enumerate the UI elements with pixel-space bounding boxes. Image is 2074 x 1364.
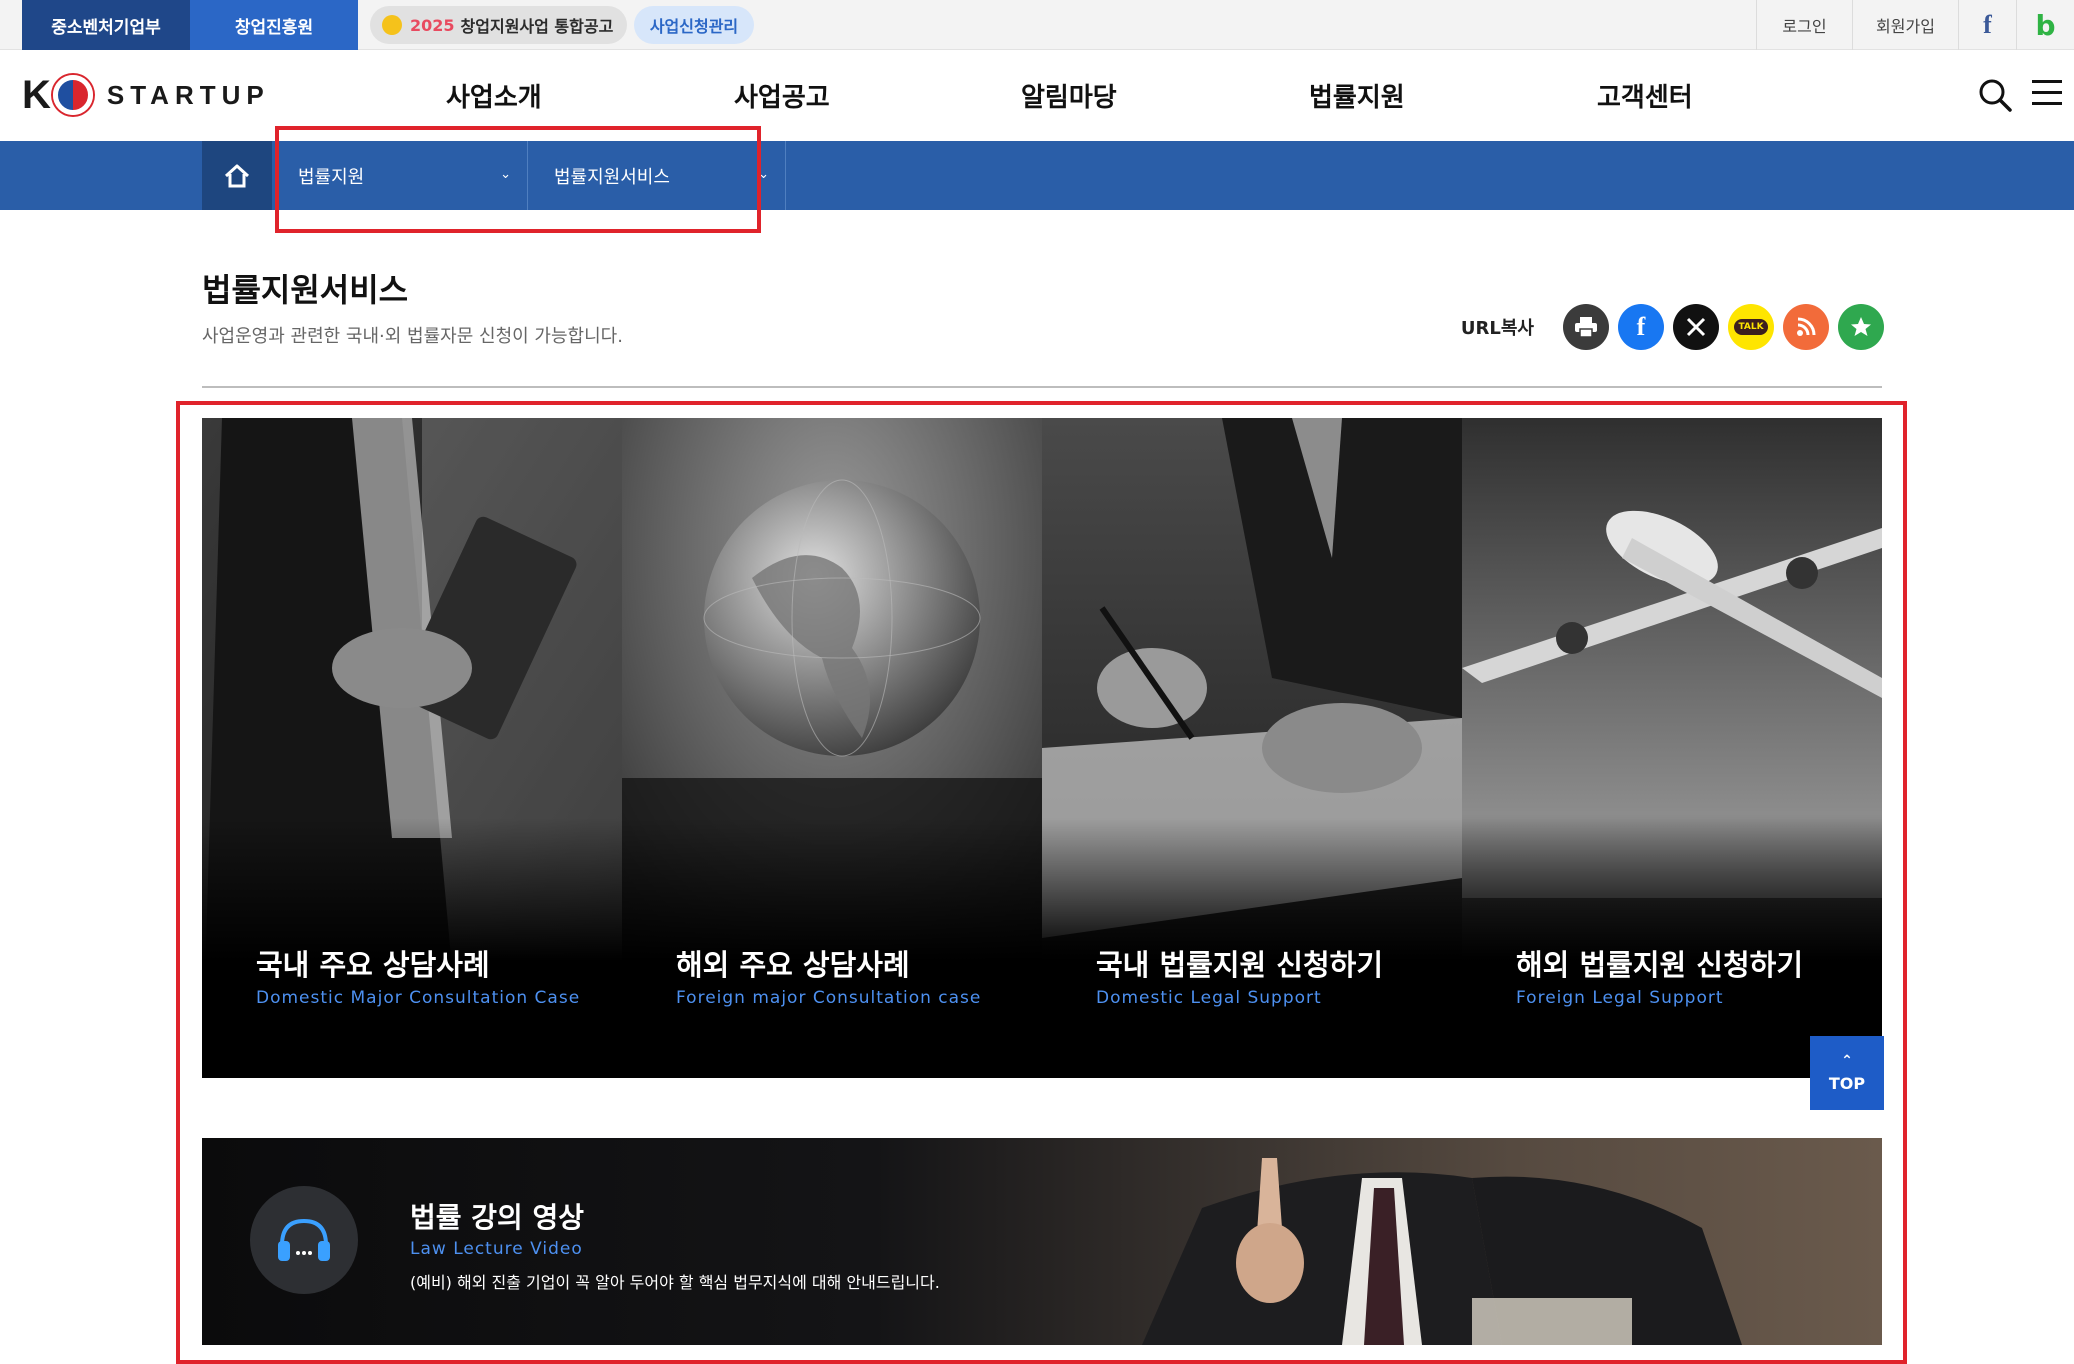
card-domestic-cases[interactable]: 국내 주요 상담사례 Domestic Major Consultation C… [202,418,622,1078]
utility-bar: 중소벤처기업부 창업진흥원 2025 창업지원사업 통합공고 사업신청관리 로그… [0,0,2074,50]
nav-legal-support[interactable]: 법률지원 [1309,50,1405,140]
share-toolbar: URL복사 f TALK [1461,304,1884,350]
blog-icon[interactable]: b [2016,0,2074,50]
logo-k: K [22,72,51,117]
lecture-title: 법률 강의 영상 [410,1201,585,1234]
tab-agency[interactable]: 창업진흥원 [190,0,358,50]
login-link[interactable]: 로그인 [1756,0,1852,50]
home-button[interactable] [202,141,272,210]
service-cards: 국내 주요 상담사례 Domestic Major Consultation C… [202,418,1882,1078]
card-title: 국내 주요 상담사례 [256,948,490,982]
hamburger-menu-icon[interactable] [2032,80,2062,106]
kstartup-logo[interactable]: K STARTUP [22,68,270,122]
card-domestic-apply[interactable]: 국내 법률지원 신청하기 Domestic Legal Support [1042,418,1462,1078]
nav-customer-center[interactable]: 고객센터 [1597,50,1693,140]
taegeuk-icon [52,75,93,115]
join-link[interactable]: 회원가입 [1852,0,1958,50]
utility-links: 로그인 회원가입 f b [1756,0,2074,50]
card-foreign-apply[interactable]: 해외 법률지원 신청하기 Foreign Legal Support [1462,418,1882,1078]
lightbulb-icon [382,15,402,35]
favorite-star-icon[interactable] [1838,304,1884,350]
logo-text: STARTUP [106,79,270,110]
scroll-top-button[interactable]: ⌃ TOP [1810,1036,1884,1110]
page-description: 사업운영과 관련한 국내·외 법률자문 신청이 가능합니다. [202,326,623,347]
facebook-share-icon[interactable]: f [1618,304,1664,350]
rss-icon[interactable] [1783,304,1829,350]
law-lecture-banner[interactable]: 법률 강의 영상 Law Lecture Video (예비) 해외 진출 기업… [202,1138,1882,1345]
home-icon [224,164,250,187]
card-foreign-cases[interactable]: 해외 주요 상담사례 Foreign major Consultation ca… [622,418,1042,1078]
card-subtitle: Foreign Legal Support [1516,988,1724,1008]
top-label: TOP [1828,1073,1866,1093]
nav-news[interactable]: 알림마당 [1021,50,1117,140]
kakaotalk-share-icon[interactable]: TALK [1728,304,1774,350]
lecture-description: (예비) 해외 진출 기업이 꼭 알아 두어야 할 핵심 법무지식에 대해 안내… [410,1273,940,1292]
application-manage-link[interactable]: 사업신청관리 [634,6,754,44]
integrated-notice-link[interactable]: 2025 창업지원사업 통합공고 [370,6,627,44]
card-subtitle: Foreign major Consultation case [676,988,982,1008]
chevron-up-icon: ⌃ [1841,1052,1853,1069]
kakao-talk-label: TALK [1734,319,1768,335]
highlight-box-location [275,126,761,233]
facebook-icon[interactable]: f [1958,0,2016,50]
page-title: 법률지원서비스 [202,271,409,309]
card-subtitle: Domestic Major Consultation Case [256,988,581,1008]
notice-year: 2025 [410,15,455,35]
notice-label: 창업지원사업 통합공고 [460,17,614,36]
speaker-image [1142,1158,1742,1345]
title-divider [202,386,1882,388]
card-title: 해외 법률지원 신청하기 [1516,948,1803,982]
search-icon[interactable] [1978,78,2012,112]
card-title: 해외 주요 상담사례 [676,948,910,982]
card-title: 국내 법률지원 신청하기 [1096,948,1383,982]
x-share-icon[interactable] [1673,304,1719,350]
url-copy-button[interactable]: URL복사 [1461,314,1534,340]
tab-ministry[interactable]: 중소벤처기업부 [22,0,190,50]
lecture-subtitle: Law Lecture Video [410,1239,583,1259]
print-icon[interactable] [1563,304,1609,350]
headphones-icon [250,1186,358,1294]
card-subtitle: Domestic Legal Support [1096,988,1322,1008]
